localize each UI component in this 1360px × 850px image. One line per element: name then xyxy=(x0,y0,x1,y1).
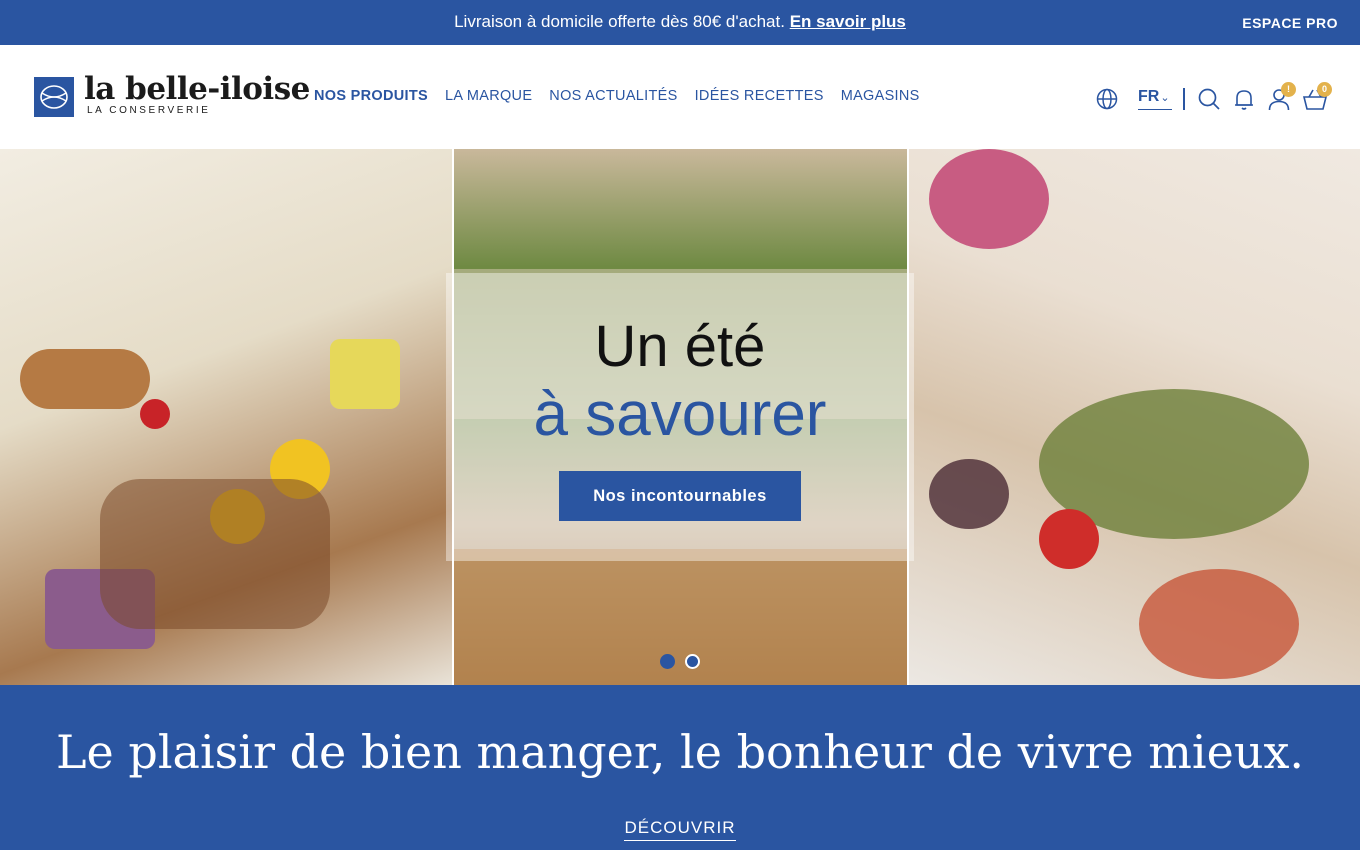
hero-cta-button[interactable]: Nos incontournables xyxy=(559,471,801,521)
decouvrir-label: DÉCOUVRIR xyxy=(624,818,736,841)
slider-pagination xyxy=(660,654,700,669)
language-selector[interactable]: FR⌄ xyxy=(1138,88,1170,106)
hero-image-right xyxy=(909,149,1360,685)
language-label: FR xyxy=(1138,88,1160,105)
bell-icon[interactable] xyxy=(1232,87,1256,111)
espace-pro-link[interactable]: ESPACE PRO xyxy=(1242,15,1338,31)
hero-overlay: Un été à savourer Nos incontournables xyxy=(446,273,914,561)
nav-item-nos-produits[interactable]: NOS PRODUITS xyxy=(314,88,428,104)
language-underline xyxy=(1138,109,1172,110)
logo-wordmark: la belle-iloise xyxy=(84,71,310,107)
cart-count-badge: 0 xyxy=(1317,82,1332,97)
nav-item-magasins[interactable]: MAGASINS xyxy=(841,88,920,104)
nav-item-nos-actualites[interactable]: NOS ACTUALITÉS xyxy=(549,88,677,104)
slide-dot-2[interactable] xyxy=(685,654,700,669)
hero-title-line1: Un été xyxy=(594,314,766,379)
promo-learn-more-link[interactable]: En savoir plus xyxy=(790,12,906,31)
promo-bar: Livraison à domicile offerte dès 80€ d'a… xyxy=(0,0,1360,45)
main-nav: NOS PRODUITS LA MARQUE NOS ACTUALITÉS ID… xyxy=(314,88,920,104)
header-divider xyxy=(1183,88,1185,110)
globe-icon[interactable] xyxy=(1095,87,1119,111)
brand-logo[interactable]: la belle-iloise LA CONSERVERIE xyxy=(34,71,310,119)
header-tools: FR⌄ ! 0 xyxy=(1080,45,1360,149)
site-header: la belle-iloise LA CONSERVERIE NOS PRODU… xyxy=(0,45,1360,149)
hero-title-line2: à savourer xyxy=(533,380,827,449)
tagline-title: Le plaisir de bien manger, le bonheur de… xyxy=(55,725,1305,779)
promo-message: Livraison à domicile offerte dès 80€ d'a… xyxy=(0,12,1360,32)
nav-item-la-marque[interactable]: LA MARQUE xyxy=(445,88,532,104)
search-icon[interactable] xyxy=(1197,87,1221,111)
logo-subtitle: LA CONSERVERIE xyxy=(87,105,211,116)
account-alert-badge: ! xyxy=(1281,82,1296,97)
promo-text: Livraison à domicile offerte dès 80€ d'a… xyxy=(454,12,785,31)
decouvrir-link[interactable]: DÉCOUVRIR xyxy=(0,818,1360,841)
chevron-down-icon: ⌄ xyxy=(1160,92,1170,104)
nav-item-idees-recettes[interactable]: IDÉES RECETTES xyxy=(695,88,824,104)
hero-image-left xyxy=(0,149,452,685)
slide-dot-1[interactable] xyxy=(660,654,675,669)
logo-fish-icon xyxy=(34,77,74,117)
hero-slider: Un été à savourer Nos incontournables xyxy=(0,149,1360,685)
tagline-band: Le plaisir de bien manger, le bonheur de… xyxy=(0,685,1360,850)
